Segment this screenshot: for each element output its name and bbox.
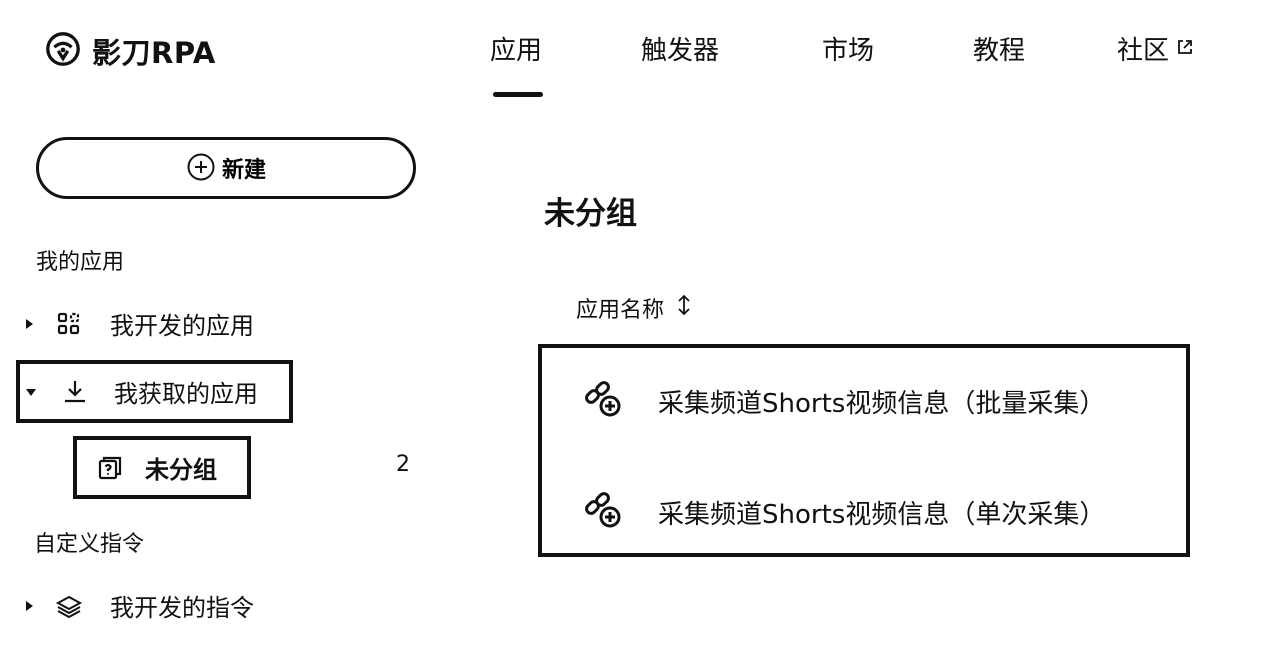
nav-tab-apps[interactable]: 应用 bbox=[490, 30, 542, 67]
sidebar-item-my-developed-commands[interactable]: 我开发的指令 bbox=[22, 588, 254, 623]
folder-question-icon bbox=[95, 453, 125, 483]
section-custom-commands: 自定义指令 bbox=[34, 532, 145, 557]
apps-grid-icon bbox=[54, 309, 84, 339]
app-name: 采集频道Shorts视频信息（批量采集） bbox=[658, 389, 1106, 419]
app-name: 采集频道Shorts视频信息（单次采集） bbox=[658, 500, 1106, 530]
plus-circle-icon bbox=[186, 152, 216, 185]
nav-tab-market[interactable]: 市场 bbox=[822, 30, 874, 67]
new-button[interactable]: 新建 bbox=[36, 137, 416, 199]
sidebar-item-label: 我开发的应用 bbox=[110, 312, 254, 340]
link-plus-icon bbox=[582, 489, 622, 536]
download-icon bbox=[60, 377, 90, 407]
link-plus-icon bbox=[582, 378, 622, 425]
column-header-app-name[interactable]: 应用名称 bbox=[576, 292, 694, 324]
top-nav: 应用 触发器 市场 教程 社区 bbox=[0, 0, 1265, 100]
sort-icon[interactable] bbox=[674, 294, 694, 322]
caret-down-icon[interactable] bbox=[24, 385, 38, 399]
active-tab-indicator bbox=[493, 92, 543, 97]
sidebar-item-my-developed-apps[interactable]: 我开发的应用 bbox=[22, 306, 254, 341]
caret-right-icon[interactable] bbox=[22, 317, 36, 331]
external-link-icon bbox=[1175, 34, 1195, 64]
sidebar-item-label: 未分组 bbox=[145, 456, 217, 484]
page-title: 未分组 bbox=[544, 196, 637, 232]
sidebar-item-label: 我开发的指令 bbox=[110, 594, 254, 622]
section-my-apps: 我的应用 bbox=[36, 250, 125, 275]
nav-tab-community-label: 社区 bbox=[1117, 36, 1170, 66]
sidebar-item-my-acquired-apps[interactable]: 我获取的应用 bbox=[16, 360, 293, 423]
column-header-label: 应用名称 bbox=[576, 298, 665, 323]
list-item[interactable]: 采集频道Shorts视频信息（单次采集） bbox=[582, 489, 1105, 536]
sidebar-item-ungrouped[interactable]: 未分组 bbox=[73, 436, 251, 499]
layers-icon bbox=[54, 591, 84, 621]
caret-right-icon[interactable] bbox=[22, 599, 36, 613]
app-list: 采集频道Shorts视频信息（批量采集） 采集频道Shorts视频信息（单次采集… bbox=[538, 344, 1190, 557]
ungrouped-count: 2 bbox=[396, 452, 410, 477]
nav-tab-community[interactable]: 社区 bbox=[1117, 30, 1195, 67]
sidebar-item-label: 我获取的应用 bbox=[114, 380, 258, 408]
nav-tab-triggers[interactable]: 触发器 bbox=[641, 30, 719, 67]
nav-tab-tutorials[interactable]: 教程 bbox=[973, 30, 1025, 67]
list-item[interactable]: 采集频道Shorts视频信息（批量采集） bbox=[582, 378, 1105, 425]
new-button-label: 新建 bbox=[221, 157, 266, 182]
